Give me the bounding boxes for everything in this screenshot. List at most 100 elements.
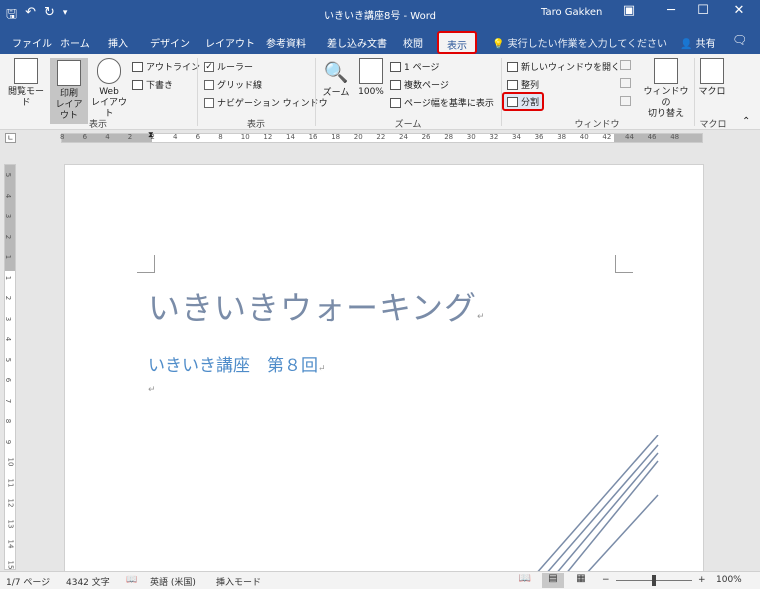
ruler-number: 22 [376,133,386,141]
ribbon-display-icon[interactable]: ▣ [614,3,644,18]
zoom-100-button[interactable]: 100% [355,58,387,98]
page-width-button[interactable]: ページ幅を基準に表示 [390,96,494,109]
document-title[interactable]: いきいきウォーキング↵ [148,283,486,329]
print-layout-button[interactable]: 印刷 レイアウト [50,58,88,124]
ruler-number: 6 [82,133,88,141]
web-layout-label-2: レイアウト [90,98,127,119]
vertical-ruler-number: 12 [6,498,15,508]
tell-me-search[interactable]: 💡 実行したい作業を入力してください [492,35,667,50]
ruler-label: ルーラー [217,63,254,73]
multi-page-label: 複数ページ [404,81,449,91]
insert-mode[interactable]: 挿入モード [216,575,261,588]
language[interactable]: 英語 (米国) [150,575,196,588]
vertical-ruler-number: 1 [4,275,13,280]
draft-button[interactable]: 下書き [132,78,173,91]
tab-mailings[interactable]: 差し込み文書 [327,35,387,50]
tab-home[interactable]: ホーム [60,35,90,50]
zoom-slider-knob[interactable] [652,575,656,586]
side-by-side-icon[interactable] [620,60,631,70]
switch-windows-button[interactable]: ウィンドウの 切り替え [640,58,692,120]
zoom-level[interactable]: 100% [716,575,742,585]
minimize-icon[interactable]: ─ [656,3,686,18]
ruler-number: 8 [60,133,65,141]
comment-icon[interactable]: 🗨 [732,33,747,47]
zoom-button[interactable]: 🔍 ズーム [319,58,353,99]
show-group-label: 表示 [246,120,265,130]
tab-references[interactable]: 参考資料 [266,35,306,50]
read-mode-button[interactable]: 閲覧モード [4,58,48,109]
share-button[interactable]: 👤 共有 [680,35,716,50]
tab-selector-icon[interactable]: ∟ [5,133,16,143]
page-count[interactable]: 1/7 ページ [6,575,50,588]
tab-layout[interactable]: レイアウト [205,35,255,50]
ruler-number: 30 [466,133,476,141]
outline-label: アウトライン [146,63,201,73]
ruler-number: 44 [625,133,634,141]
new-window-button[interactable]: 新しいウィンドウを開く [507,60,620,73]
web-layout-button[interactable]: Web レイアウト [90,58,128,120]
maximize-icon[interactable]: ☐ [688,3,718,18]
switch-windows-icon [654,58,678,84]
word-count[interactable]: 4342 文字 [66,575,110,588]
vertical-ruler-number: 7 [4,398,13,403]
close-icon[interactable]: ✕ [724,3,754,18]
tab-design[interactable]: デザイン [150,35,190,50]
gridlines-checkbox[interactable]: グリッド線 [204,78,262,91]
indent-marker-icon[interactable]: ⧗ [148,130,154,140]
lightbulb-icon: 💡 [492,39,505,50]
sync-scroll-icon[interactable] [620,78,631,88]
nav-pane-checkbox[interactable]: ナビゲーション ウィンドウ [204,96,328,109]
window-group-label: ウィンドウ [574,120,620,130]
ruler-checkbox[interactable]: ✓ ルーラー [204,60,253,73]
ruler-number: 14 [286,133,295,141]
split-button[interactable]: 分割 [502,92,545,111]
vertical-ruler[interactable]: 5 4 3 2 1 1 2 3 4 5 6 7 8 9 10 11 12 13 14 15 [4,164,16,570]
ruler-number: 38 [557,133,567,141]
arrange-button[interactable]: 整列 [507,78,539,91]
ruler-check-icon: ✓ [204,61,214,72]
ruler-number: 48 [670,133,680,141]
zoom-out-button[interactable]: − [602,575,610,585]
outline-button[interactable]: アウトライン [132,60,200,73]
new-window-label: 新しいウィンドウを開く [521,63,621,73]
tab-insert[interactable]: 挿入 [108,35,128,50]
crop-mark-top-left [137,255,155,273]
ruler-number: 26 [421,133,431,141]
document-subtitle[interactable]: いきいき講座 第８回↵ [148,351,326,376]
print-layout-label-1: 印刷 [59,89,78,99]
window-title: いきいき講座8号 - Word [323,11,437,22]
one-page-button[interactable]: 1 ページ [390,60,439,73]
web-layout-view-icon[interactable]: ▦ [570,573,592,588]
zoom-in-button[interactable]: + [698,575,706,585]
magnifier-icon: 🔍 [323,60,349,84]
horizontal-ruler[interactable]: 8 6 4 2 2 4 6 8 10 12 14 16 18 20 22 24 26 28 30 32 34 36 38 40… [60,133,703,143]
document-page[interactable]: いきいきウォーキング↵ いきいき講座 第８回↵ ↵ [64,164,704,574]
user-name[interactable]: Taro Gakken [541,7,602,18]
ruler-number: 24 [399,133,408,141]
reset-position-icon[interactable] [620,96,631,106]
tab-file[interactable]: ファイル [12,35,52,50]
tab-view[interactable]: 表示 [437,31,477,54]
ruler-number: 18 [331,133,341,141]
page-width-label: ページ幅を基準に表示 [404,99,494,109]
one-page-label: 1 ページ [404,63,440,73]
separator [315,58,316,126]
crop-mark-top-right [615,255,633,273]
proofing-icon[interactable]: 📖 [126,575,137,585]
tab-review[interactable]: 校閲 [403,35,423,50]
document-canvas[interactable]: いきいきウォーキング↵ いきいき講座 第８回↵ ↵ [18,146,760,574]
zoom-100-icon [359,58,383,84]
paragraph-mark: ↵ [148,385,156,395]
vertical-ruler-number: 4 [4,193,13,198]
collapse-ribbon-icon[interactable]: ⌃ [742,116,750,127]
zoom-slider[interactable] [616,575,692,586]
read-mode-view-icon[interactable]: 📖 [514,573,536,588]
print-layout-view-icon[interactable]: ▤ [542,573,564,588]
new-window-icon [507,61,518,72]
multi-page-button[interactable]: 複数ページ [390,78,449,91]
macro-label: マクロ [698,87,726,97]
macro-button[interactable]: マクロ [697,58,727,98]
ruler-number: 16 [308,133,318,141]
split-label: 分割 [521,98,540,108]
split-icon [507,96,518,107]
